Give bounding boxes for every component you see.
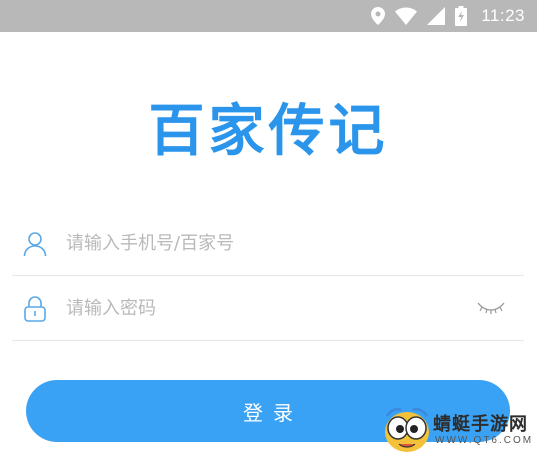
status-time: 11:23 (481, 6, 525, 25)
password-field-row (12, 277, 524, 341)
watermark-title: 蜻蜓手游网 (433, 414, 528, 435)
lock-icon (14, 295, 56, 322)
app-logo: 百家传记 (148, 99, 389, 164)
status-bar: 11:23 (0, 0, 537, 32)
login-screen: 11:23 百家传记 请输入手机号/百家号 登录 蜻蜓手游网 WWW.QT6.C… (0, 0, 537, 464)
signal-icon (427, 7, 446, 25)
dragonfly-mascot-icon (381, 402, 433, 462)
user-icon (14, 231, 56, 257)
phone-field-row (12, 212, 524, 276)
location-icon (371, 7, 386, 25)
watermark-url: WWW.QT6.COM (435, 435, 534, 446)
password-input[interactable] (66, 298, 446, 319)
eye-closed-icon[interactable] (476, 299, 506, 318)
battery-charging-icon (455, 6, 468, 26)
watermark: 蜻蜓手游网 WWW.QT6.COM (381, 402, 531, 460)
phone-input[interactable] (66, 233, 446, 254)
wifi-icon (395, 7, 418, 25)
